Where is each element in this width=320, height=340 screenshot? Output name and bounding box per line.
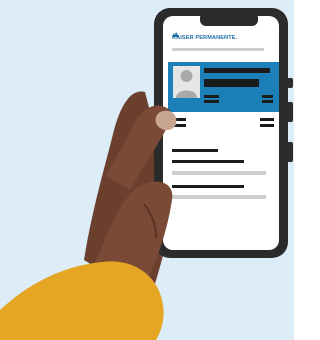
- content-placeholder-line: [172, 171, 266, 175]
- kp-logo-icon: [172, 32, 179, 37]
- illustration-scene: KAISER PERMANENTE.: [0, 0, 294, 340]
- content-line: [260, 118, 274, 121]
- content-line: [260, 124, 274, 127]
- phone-button: [287, 102, 293, 122]
- card-small-line: [204, 95, 219, 98]
- content-line: [172, 160, 244, 163]
- content-line: [172, 185, 244, 188]
- phone-button: [287, 142, 293, 162]
- card-small-line: [262, 100, 273, 103]
- card-name-line: [204, 68, 270, 73]
- illustration: [0, 0, 294, 340]
- card-id-line: [204, 79, 259, 87]
- phone-button: [287, 78, 293, 88]
- header-divider: [172, 48, 264, 51]
- brand-name: KAISER PERMANENTE.: [172, 35, 238, 41]
- card-small-line: [262, 95, 273, 98]
- content-line: [172, 149, 218, 152]
- content-placeholder-line: [172, 195, 266, 199]
- phone-screen: [163, 16, 279, 250]
- card-small-line: [204, 100, 219, 103]
- phone-notch: [200, 12, 258, 26]
- avatar-head: [180, 70, 193, 82]
- kp-logo: KAISER PERMANENTE.: [172, 32, 268, 44]
